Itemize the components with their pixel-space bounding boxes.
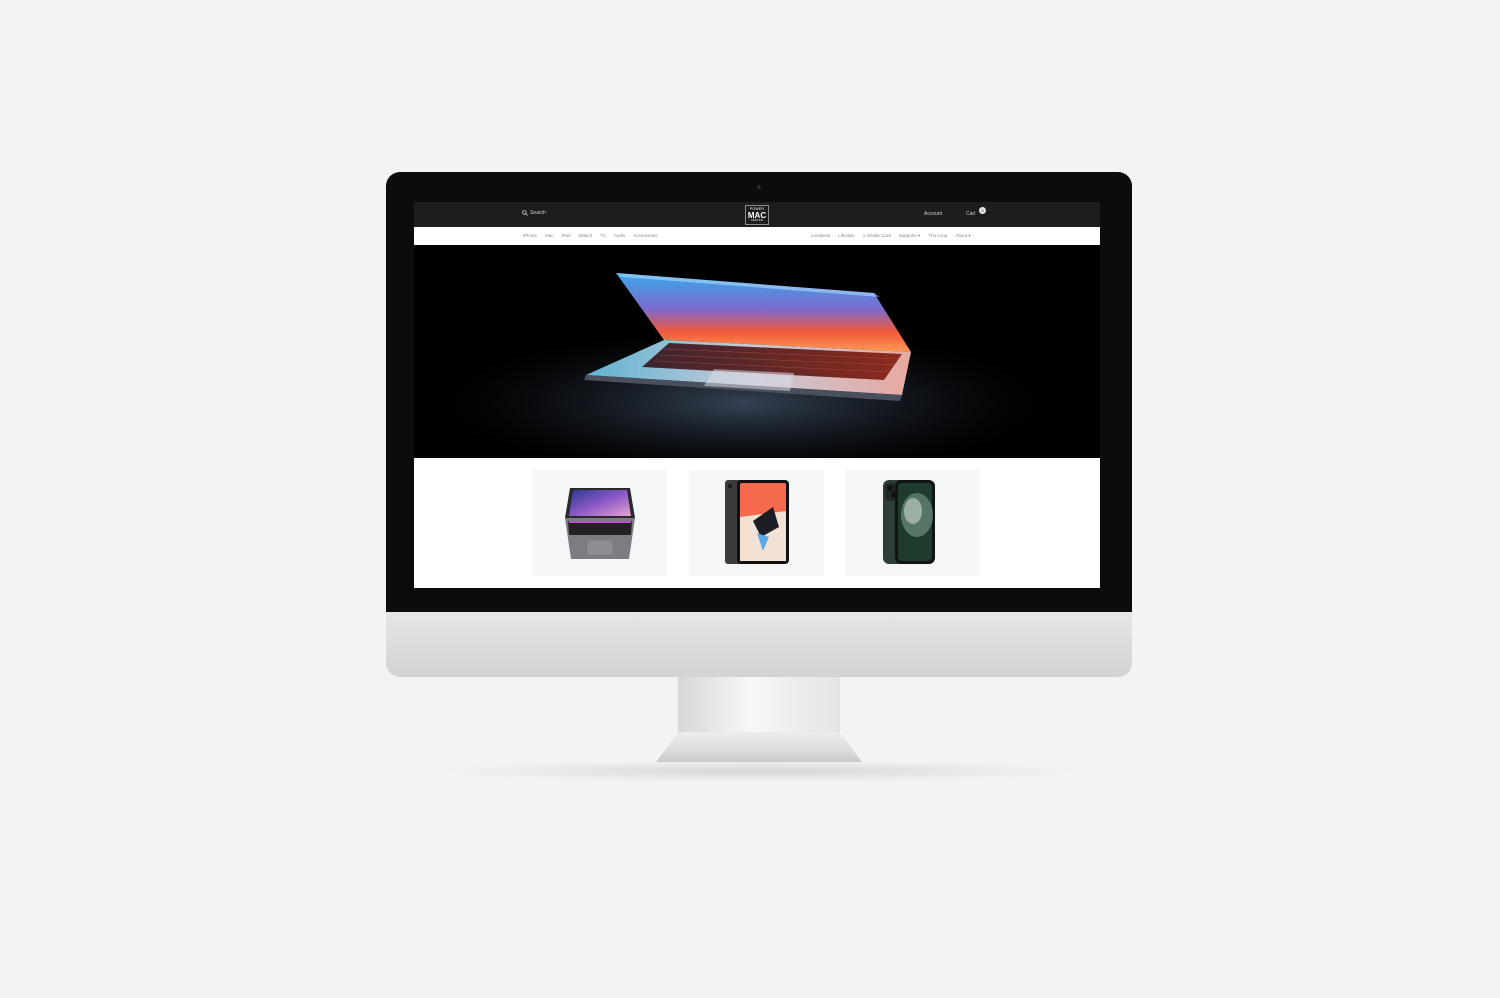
hero-banner[interactable] — [414, 245, 1100, 458]
imac-shadow — [430, 760, 1090, 782]
imac-stand-neck — [678, 677, 840, 737]
nav-item-the-loop[interactable]: The Loop — [928, 233, 947, 239]
nav-item-lifestyle[interactable]: Lifestyle — [838, 233, 855, 239]
nav-item-accessories[interactable]: Accessories — [633, 233, 657, 238]
category-nav: iPhone Mac iPad iWatch TV Audio Accessor… — [414, 227, 1100, 245]
nav-item-locations[interactable]: Locations — [811, 233, 830, 239]
cart-link[interactable]: Cart — [966, 211, 975, 217]
product-card-ipad[interactable] — [689, 470, 824, 576]
nav-item-about[interactable]: About ▾ — [955, 233, 970, 239]
nav-right-group: Locations Lifestyle 1 Infinite Card Supp… — [811, 233, 971, 239]
product-card-iphone[interactable] — [845, 470, 980, 576]
nav-item-tv[interactable]: TV — [600, 233, 606, 238]
search-icon — [522, 210, 528, 216]
nav-item-mac[interactable]: Mac — [545, 233, 554, 238]
camera-icon — [757, 185, 761, 189]
imac-stand-foot — [656, 732, 862, 762]
nav-left-group: iPhone Mac iPad iWatch TV Audio Accessor… — [523, 233, 658, 238]
account-link[interactable]: Account — [924, 211, 942, 217]
nav-item-infinite-card[interactable]: 1 Infinite Card — [863, 233, 891, 239]
brand-logo[interactable]: POWER MAC CENTER — [745, 205, 769, 225]
imac-chin — [386, 612, 1132, 677]
nav-item-iwatch[interactable]: iWatch — [579, 233, 593, 238]
nav-item-audio[interactable]: Audio — [614, 233, 626, 238]
search-button[interactable]: Search — [522, 210, 546, 216]
hero-laptop-image — [414, 245, 1100, 458]
nav-item-iphone[interactable]: iPhone — [523, 233, 537, 238]
nav-item-supports[interactable]: Supports ▾ — [899, 233, 921, 239]
top-bar: Search POWER MAC CENTER Account Cart 0 — [414, 202, 1100, 227]
cart-count-badge: 0 — [979, 207, 986, 214]
macbook-pro-icon — [564, 488, 635, 559]
iphone-11-pro-icon — [882, 480, 935, 564]
logo-line-3: CENTER — [750, 218, 764, 222]
product-card-macbook[interactable] — [532, 470, 667, 576]
product-row — [414, 458, 1100, 588]
nav-item-ipad[interactable]: iPad — [562, 233, 571, 238]
ipad-pro-icon — [724, 480, 789, 564]
website-screen: Search POWER MAC CENTER Account Cart 0 i… — [414, 202, 1100, 588]
search-label: Search — [530, 210, 546, 216]
